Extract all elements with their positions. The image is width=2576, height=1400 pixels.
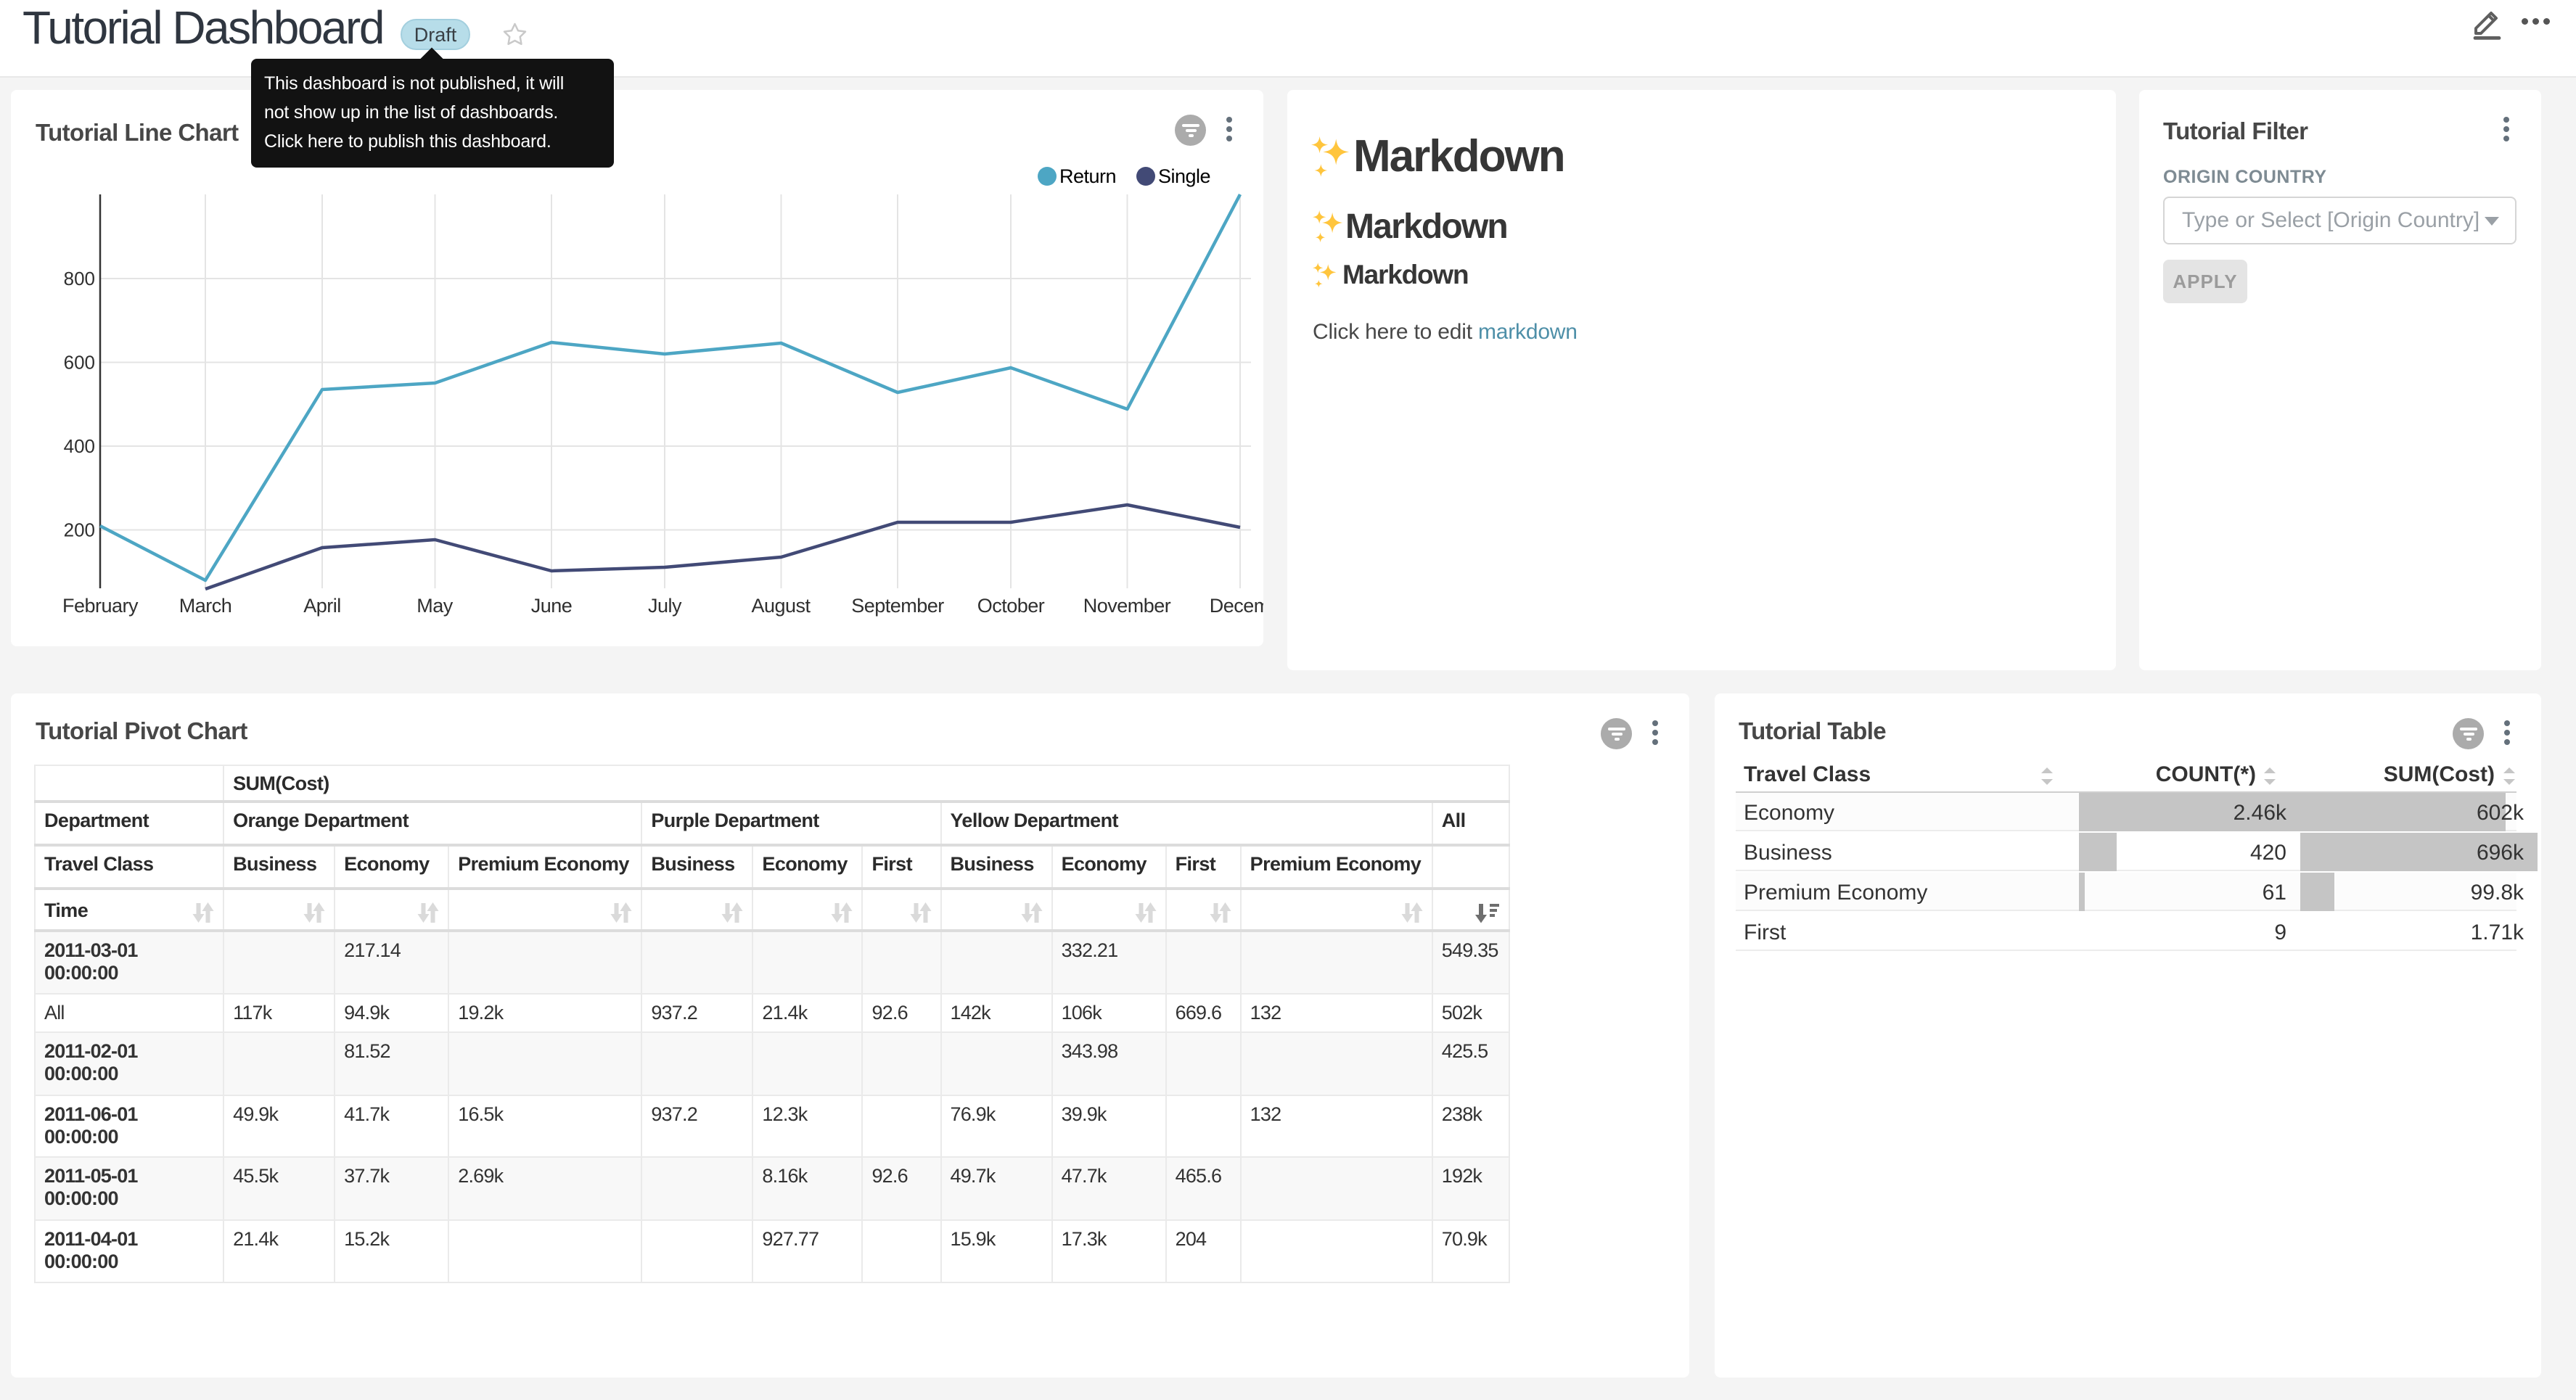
svg-text:Return: Return	[1059, 165, 1116, 187]
svg-text:August: August	[751, 595, 811, 617]
svg-text:March: March	[179, 595, 232, 617]
svg-text:April: April	[303, 595, 341, 617]
svg-text:December: December	[1210, 595, 1263, 617]
svg-text:October: October	[977, 595, 1045, 617]
svg-text:February: February	[62, 595, 139, 617]
svg-text:July: July	[648, 595, 682, 617]
svg-text:May: May	[417, 595, 454, 617]
svg-text:800: 800	[64, 268, 95, 289]
svg-text:September: September	[851, 595, 944, 617]
svg-text:400: 400	[64, 435, 95, 457]
svg-text:600: 600	[64, 352, 95, 374]
svg-text:November: November	[1083, 595, 1171, 617]
svg-text:200: 200	[64, 519, 95, 541]
svg-text:Single: Single	[1158, 165, 1210, 187]
svg-text:June: June	[531, 595, 573, 617]
